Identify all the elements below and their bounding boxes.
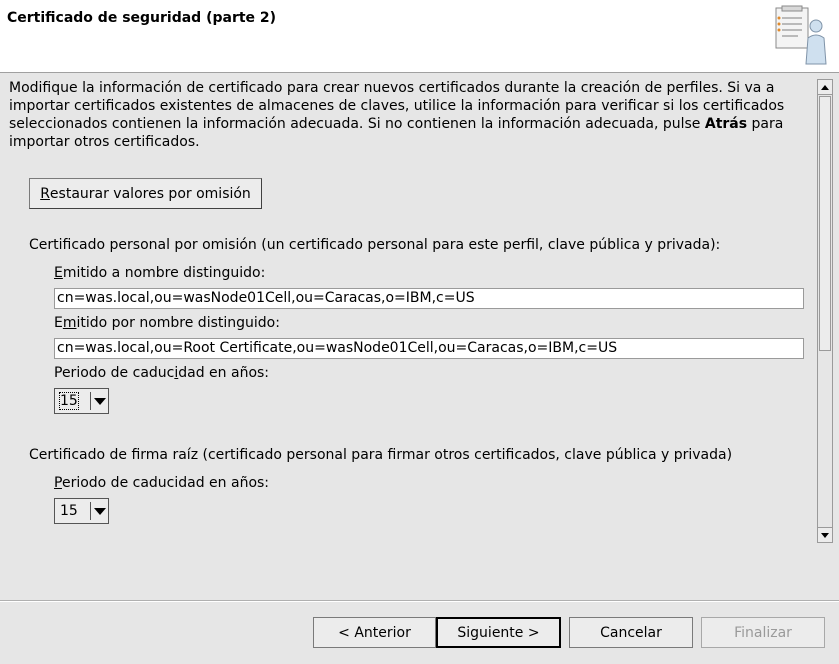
chevron-down-icon[interactable] (91, 507, 108, 515)
root-validity-select[interactable]: 15 (54, 498, 109, 524)
chevron-down-icon[interactable] (91, 397, 108, 405)
personal-validity-label: Periodo de caducidad en años: (54, 365, 270, 381)
personal-validity-select[interactable]: 15 (54, 388, 109, 414)
issued-to-field[interactable]: cn=was.local,ou=wasNode01Cell,ou=Caracas… (54, 288, 804, 309)
scroll-up-icon[interactable] (818, 80, 832, 95)
scroll-down-icon[interactable] (818, 527, 832, 542)
issued-by-label: Emitido por nombre distinguido: (54, 315, 280, 331)
restore-defaults-button[interactable]: Restaurar valores por omisión (29, 178, 262, 209)
wizard-clipboard-person-icon (775, 5, 827, 65)
issued-by-field[interactable]: cn=was.local,ou=Root Certificate,ou=wasN… (54, 338, 804, 359)
wizard-header: Certificado de seguridad (parte 2) (0, 0, 839, 73)
footer-divider-highlight (0, 601, 839, 602)
back-button[interactable]: < Anterior (313, 617, 436, 648)
intro-text: Modifique la información de certificado … (9, 80, 785, 150)
wizard-content: Modifique la información de certificado … (0, 73, 839, 549)
personal-validity-value: 15 (59, 392, 79, 410)
issued-to-label: Emitido a nombre distinguido: (54, 265, 266, 281)
personal-cert-heading: Certificado personal por omisión (un cer… (29, 237, 721, 253)
scrollbar-thumb[interactable] (819, 96, 831, 351)
vertical-scrollbar[interactable] (817, 79, 833, 543)
root-validity-label: Periodo de caducidad en años: (54, 475, 270, 491)
page-title: Certificado de seguridad (parte 2) (7, 10, 277, 26)
finish-button[interactable]: Finalizar (701, 617, 825, 648)
next-button[interactable]: Siguiente > (436, 617, 561, 648)
cancel-button[interactable]: Cancelar (569, 617, 693, 648)
root-cert-heading: Certificado de firma raíz (certificado p… (29, 447, 733, 463)
root-validity-value: 15 (60, 503, 78, 519)
